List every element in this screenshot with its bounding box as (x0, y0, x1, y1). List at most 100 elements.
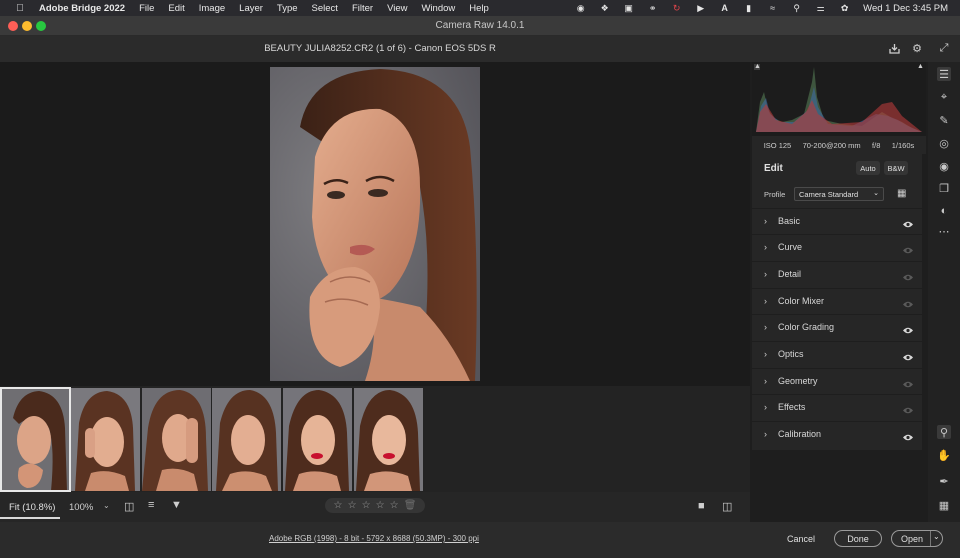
menu-file[interactable]: File (139, 3, 154, 14)
apple-icon[interactable]:  (13, 3, 27, 14)
fit-zoom-button[interactable]: Fit (10.8%) (9, 502, 55, 513)
star-icon[interactable]: ☆ (376, 500, 385, 511)
bw-button[interactable]: B&W (884, 161, 908, 175)
menu-view[interactable]: View (387, 3, 407, 14)
edit-sliders-icon[interactable]: ☰ (937, 67, 951, 81)
workflow-options-link[interactable]: Adobe RGB (1998) - 8 bit - 5792 x 8688 (… (269, 534, 479, 543)
section-basic[interactable]: › Basic (752, 208, 922, 233)
eye-icon[interactable] (902, 269, 914, 281)
search-icon[interactable]: ⚲ (791, 3, 802, 13)
main-photo[interactable] (270, 67, 480, 381)
filmstrip-thumb[interactable] (0, 387, 71, 492)
section-effects[interactable]: › Effects (752, 394, 922, 419)
done-button[interactable]: Done (834, 530, 882, 547)
window-title: Camera Raw 14.0.1 (435, 20, 525, 31)
section-label: Basic (778, 216, 801, 226)
eye-icon[interactable] (902, 322, 914, 334)
cancel-button[interactable]: Cancel (778, 530, 824, 547)
sync-icon[interactable]: ↻ (671, 3, 682, 13)
aperture-value: f/8 (872, 140, 881, 150)
filmstrip-thumb[interactable] (354, 388, 423, 491)
menu-help[interactable]: Help (469, 3, 489, 14)
eye-icon[interactable] (902, 216, 914, 228)
more-icon[interactable]: ⋯ (937, 224, 951, 238)
fullscreen-icon[interactable]: ⤢ (937, 42, 951, 56)
eye-icon[interactable] (902, 296, 914, 308)
section-color-mixer[interactable]: › Color Mixer (752, 288, 922, 313)
masking-icon[interactable]: ◎ (937, 136, 951, 150)
section-color-grading[interactable]: › Color Grading (752, 314, 922, 339)
section-optics[interactable]: › Optics (752, 341, 922, 366)
presets-icon[interactable]: ◐ (937, 204, 951, 218)
filmstrip-thumb[interactable] (212, 388, 281, 491)
menu-window[interactable]: Window (421, 3, 455, 14)
zoom-tool-icon[interactable]: ⚲ (937, 425, 951, 439)
sampler-tool-icon[interactable]: ✒ (937, 474, 951, 488)
filmstrip-thumb[interactable] (71, 388, 140, 491)
section-curve[interactable]: › Curve (752, 234, 922, 259)
eye-icon[interactable] (902, 402, 914, 414)
dropbox-icon[interactable]: ❖ (599, 3, 610, 13)
screen-icon[interactable]: ▣ (623, 3, 634, 13)
wifi-icon[interactable]: ≈ (767, 3, 778, 13)
color-sample-icon[interactable]: ■ (698, 500, 705, 512)
menubar-clock[interactable]: Wed 1 Dec 3:45 PM (863, 3, 948, 14)
healing-icon[interactable]: ✎ (937, 113, 951, 127)
rating-stars[interactable]: ☆ ☆ ☆ ☆ ☆ 🗑 (325, 498, 425, 513)
snapshots-icon[interactable]: ❐ (937, 181, 951, 195)
star-icon[interactable]: ☆ (334, 500, 343, 511)
eye-icon[interactable] (902, 242, 914, 254)
profile-browser-icon[interactable]: ▦ (897, 188, 906, 199)
grid-icon[interactable]: ▦ (937, 498, 951, 512)
chevron-down-icon[interactable]: ⌄ (103, 501, 110, 510)
section-label: Curve (778, 242, 803, 252)
filter-icon[interactable]: ▼ (171, 499, 182, 511)
star-icon[interactable]: ☆ (390, 500, 399, 511)
save-icon[interactable] (887, 42, 901, 56)
menu-edit[interactable]: Edit (168, 3, 184, 14)
section-geometry[interactable]: › Geometry (752, 368, 922, 393)
before-after-icon[interactable]: ◫ (722, 500, 732, 513)
profile-select[interactable]: Camera Standard ⌄ (794, 187, 884, 201)
hand-tool-icon[interactable]: ✋ (937, 448, 951, 462)
menu-type[interactable]: Type (277, 3, 298, 14)
zoom-level-select[interactable]: 100% (69, 502, 93, 513)
section-calibration[interactable]: › Calibration (752, 421, 922, 446)
battery-icon[interactable]: ▮ (743, 3, 754, 13)
filmstrip-thumb[interactable] (142, 388, 211, 491)
star-icon[interactable]: ☆ (348, 500, 357, 511)
control-center-icon[interactable]: ⚌ (815, 3, 826, 13)
section-detail[interactable]: › Detail (752, 261, 922, 286)
filmstrip-options-icon[interactable]: ◫ (124, 500, 134, 513)
shadow-clipping-icon[interactable]: ▲ (754, 63, 761, 70)
eye-icon[interactable] (902, 429, 914, 441)
crop-icon[interactable]: ⌖ (937, 90, 951, 104)
menu-select[interactable]: Select (312, 3, 338, 14)
trash-icon[interactable]: 🗑 (404, 500, 417, 511)
red-eye-icon[interactable]: ◉ (937, 159, 951, 173)
sort-icon[interactable]: ≡ (148, 499, 154, 511)
eye-icon[interactable] (902, 349, 914, 361)
open-button[interactable]: Open ⌄ (891, 530, 943, 547)
button-divider (930, 531, 931, 546)
chevron-right-icon: › (764, 349, 767, 359)
histogram[interactable] (752, 62, 926, 136)
creative-cloud-icon[interactable]: ⚭ (647, 3, 658, 13)
menu-layer[interactable]: Layer (239, 3, 263, 14)
menu-filter[interactable]: Filter (352, 3, 373, 14)
chevron-right-icon: › (764, 376, 767, 386)
chevron-right-icon: › (764, 322, 767, 332)
highlight-clipping-icon[interactable]: ▲ (917, 63, 924, 70)
filmstrip-thumb[interactable] (283, 388, 352, 491)
auto-button[interactable]: Auto (856, 161, 880, 175)
siri-icon[interactable]: ✿ (839, 3, 850, 13)
star-icon[interactable]: ☆ (362, 500, 371, 511)
record-icon[interactable]: ◉ (575, 3, 586, 13)
eye-icon[interactable] (902, 376, 914, 388)
play-icon[interactable]: ▶ (695, 3, 706, 13)
menu-image[interactable]: Image (199, 3, 225, 14)
chevron-down-icon[interactable]: ⌄ (933, 532, 940, 541)
menu-app-name[interactable]: Adobe Bridge 2022 (39, 3, 125, 14)
keyboard-input-icon[interactable]: A (719, 3, 730, 13)
gear-icon[interactable]: ⚙ (910, 42, 924, 56)
